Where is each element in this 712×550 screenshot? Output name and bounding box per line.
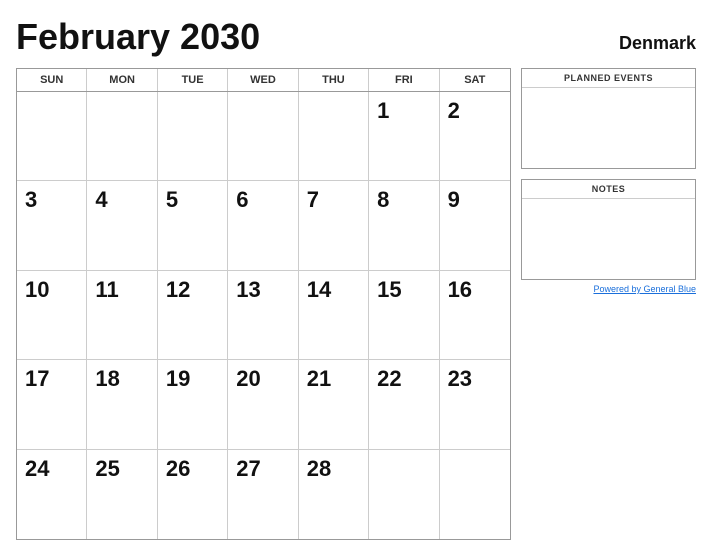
day-name-wed: WED <box>228 69 298 91</box>
day-name-sat: SAT <box>440 69 510 91</box>
empty-cell <box>440 450 510 539</box>
day-name-tue: TUE <box>158 69 228 91</box>
day-3[interactable]: 3 <box>17 181 87 270</box>
day-4[interactable]: 4 <box>87 181 157 270</box>
planned-events-box: PLANNED EVENTS <box>521 68 696 169</box>
page: February 2030 Denmark SUNMONTUEWEDTHUFRI… <box>0 0 712 550</box>
empty-cell <box>158 92 228 181</box>
empty-cell <box>299 92 369 181</box>
powered-by: Powered by General Blue <box>521 284 696 294</box>
day-18[interactable]: 18 <box>87 360 157 449</box>
day-10[interactable]: 10 <box>17 271 87 360</box>
day-2[interactable]: 2 <box>440 92 510 181</box>
day-9[interactable]: 9 <box>440 181 510 270</box>
notes-content <box>522 199 695 279</box>
day-27[interactable]: 27 <box>228 450 298 539</box>
calendar-section: SUNMONTUEWEDTHUFRISAT 123456789101112131… <box>16 68 511 540</box>
empty-cell <box>369 450 439 539</box>
day-16[interactable]: 16 <box>440 271 510 360</box>
day-name-sun: SUN <box>17 69 87 91</box>
day-23[interactable]: 23 <box>440 360 510 449</box>
day-name-fri: FRI <box>369 69 439 91</box>
day-14[interactable]: 14 <box>299 271 369 360</box>
calendar-header: SUNMONTUEWEDTHUFRISAT <box>17 69 510 92</box>
day-5[interactable]: 5 <box>158 181 228 270</box>
powered-by-link[interactable]: Powered by General Blue <box>593 284 696 294</box>
planned-events-content <box>522 88 695 168</box>
day-24[interactable]: 24 <box>17 450 87 539</box>
day-17[interactable]: 17 <box>17 360 87 449</box>
day-12[interactable]: 12 <box>158 271 228 360</box>
main-content: SUNMONTUEWEDTHUFRISAT 123456789101112131… <box>16 68 696 540</box>
day-name-mon: MON <box>87 69 157 91</box>
day-21[interactable]: 21 <box>299 360 369 449</box>
planned-events-title: PLANNED EVENTS <box>522 69 695 88</box>
day-28[interactable]: 28 <box>299 450 369 539</box>
header: February 2030 Denmark <box>16 16 696 58</box>
day-22[interactable]: 22 <box>369 360 439 449</box>
sidebar: PLANNED EVENTS NOTES Powered by General … <box>521 68 696 540</box>
day-20[interactable]: 20 <box>228 360 298 449</box>
day-name-thu: THU <box>299 69 369 91</box>
day-25[interactable]: 25 <box>87 450 157 539</box>
empty-cell <box>87 92 157 181</box>
day-26[interactable]: 26 <box>158 450 228 539</box>
day-1[interactable]: 1 <box>369 92 439 181</box>
month-title: February 2030 <box>16 16 260 58</box>
notes-title: NOTES <box>522 180 695 199</box>
day-15[interactable]: 15 <box>369 271 439 360</box>
notes-box: NOTES <box>521 179 696 280</box>
day-7[interactable]: 7 <box>299 181 369 270</box>
day-11[interactable]: 11 <box>87 271 157 360</box>
sidebar-boxes: PLANNED EVENTS NOTES <box>521 68 696 280</box>
day-19[interactable]: 19 <box>158 360 228 449</box>
day-6[interactable]: 6 <box>228 181 298 270</box>
day-13[interactable]: 13 <box>228 271 298 360</box>
calendar-grid: 1234567891011121314151617181920212223242… <box>17 92 510 539</box>
day-8[interactable]: 8 <box>369 181 439 270</box>
empty-cell <box>17 92 87 181</box>
empty-cell <box>228 92 298 181</box>
country-name: Denmark <box>619 33 696 54</box>
